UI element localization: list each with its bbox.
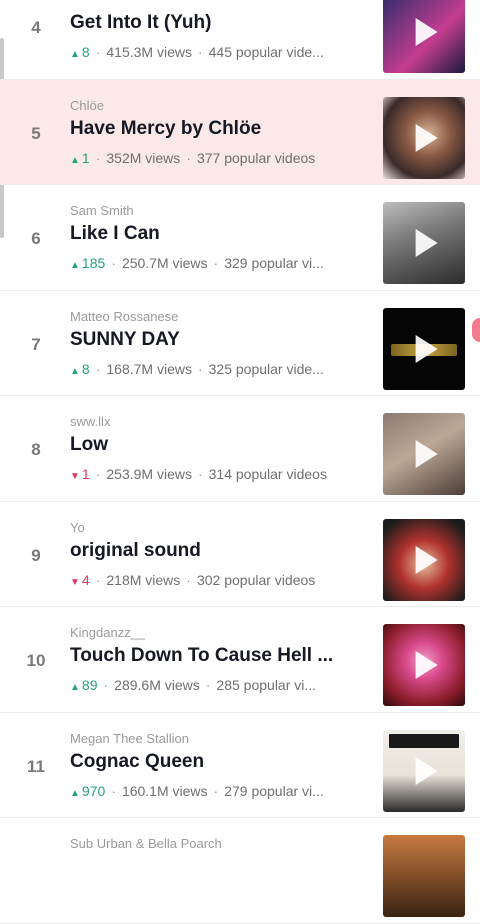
rank-number: 11 — [27, 756, 45, 776]
play-icon[interactable] — [415, 229, 438, 257]
rank-change: 185 — [81, 255, 106, 271]
trending-songs-list: 4 Get Into It (Yuh) ▲ 8 · 415.3M views · 445 … — [0, 0, 480, 924]
play-icon[interactable] — [415, 756, 438, 785]
popular-videos-count: 377 popular videos — [196, 149, 316, 166]
thumbnail[interactable] — [383, 624, 465, 706]
thumbnail[interactable] — [383, 835, 465, 917]
thumbnail[interactable] — [383, 96, 465, 179]
list-item[interactable]: 4 Get Into It (Yuh) ▲ 8 · 415.3M views · 445 … — [0, 0, 480, 80]
floating-indicator[interactable] — [472, 318, 480, 342]
artist-name: Matteo Rossanese — [70, 308, 179, 324]
song-stats: ▲ 185 · 250.7M views · 329 popular vi... — [70, 255, 324, 271]
list-item[interactable]: Sub Urban & Bella Poarch — [0, 818, 480, 924]
views-count: 289.6M views — [114, 677, 200, 693]
song-title[interactable]: Cognac Queen — [70, 751, 360, 773]
artist-name: sww.llx — [70, 414, 111, 429]
play-icon[interactable] — [415, 545, 438, 574]
rank-number: 8 — [31, 440, 41, 459]
artist-name: Sam Smith — [70, 203, 134, 218]
views-count: 168.7M views — [106, 360, 192, 377]
rank-change: 1 — [81, 466, 90, 482]
artist-name: Kingdanzz__ — [70, 625, 146, 640]
triangle-up-icon: ▲ — [70, 49, 80, 60]
thumbnail[interactable] — [383, 729, 465, 812]
song-stats: ▲ 1 · 352M views · 377 popular videos — [70, 149, 316, 166]
thumbnail[interactable] — [383, 307, 465, 390]
song-title[interactable]: Low — [70, 434, 360, 456]
artist-name: Chlöe — [70, 97, 104, 113]
song-title[interactable]: original sound — [70, 540, 360, 562]
rank-number: 10 — [26, 651, 46, 670]
thumbnail[interactable] — [383, 518, 465, 601]
play-icon[interactable] — [415, 440, 438, 468]
artist-name: Sub Urban & Bella Poarch — [70, 836, 222, 851]
rank-number: 6 — [31, 229, 41, 248]
rank-change: 1 — [81, 149, 90, 166]
list-item[interactable]: 5 Chlöe Have Mercy by Chlöe ▲ 1 · 352M view… — [0, 79, 480, 185]
artist-name: Yo — [70, 519, 85, 535]
song-stats: ▲ 8 · 415.3M views · 445 popular vide... — [70, 44, 324, 60]
rank-number: 7 — [31, 334, 41, 354]
rank-change: 4 — [81, 571, 90, 588]
views-count: 250.7M views — [121, 255, 208, 271]
song-title[interactable]: SUNNY DAY — [70, 329, 360, 351]
thumbnail[interactable] — [383, 413, 465, 495]
artist-name: Megan Thee Stallion — [70, 730, 190, 746]
list-item[interactable]: 10 Kingdanzz__ Touch Down To Cause Hell … — [0, 607, 480, 713]
popular-videos-count: 314 popular videos — [208, 466, 327, 482]
popular-videos-count: 302 popular videos — [196, 571, 316, 588]
popular-videos-count: 285 popular vi... — [216, 677, 317, 693]
rank-change: 970 — [81, 782, 106, 799]
popular-videos-count: 325 popular vide... — [208, 360, 324, 377]
song-title[interactable]: Touch Down To Cause Hell ... — [70, 645, 360, 667]
rank-number: 4 — [31, 18, 41, 37]
song-title[interactable]: Get Into It (Yuh) — [70, 12, 360, 34]
list-item[interactable]: 9 Yo original sound ▼ 4 · 218M views · 302 po… — [0, 502, 480, 607]
song-title[interactable]: Have Mercy by Chlöe — [70, 118, 360, 140]
rank-change: 8 — [81, 44, 90, 60]
album-title-banner — [389, 733, 459, 748]
list-item[interactable]: 6 Sam Smith Like I Can ▲ 185 · 250.7M views… — [0, 185, 480, 291]
popular-videos-count: 279 popular vi... — [224, 782, 324, 799]
views-count: 415.3M views — [106, 44, 192, 60]
song-title[interactable]: Like I Can — [70, 223, 360, 245]
popular-videos-count: 445 popular vide... — [208, 44, 324, 60]
views-count: 253.9M views — [106, 466, 192, 482]
list-item[interactable]: 11 Megan Thee Stallion Cognac Queen ▲ 970… — [0, 713, 480, 818]
rank-number: 9 — [31, 545, 41, 565]
song-stats: ▼ 1 · 253.9M views · 314 popular videos — [70, 466, 327, 482]
rank-change: 89 — [81, 677, 98, 693]
song-stats: ▲ 8 · 168.7M views · 325 popular vide... — [70, 360, 324, 377]
song-stats: ▲ 970 · 160.1M views · 279 popular vi... — [70, 782, 324, 799]
play-icon[interactable] — [415, 651, 438, 679]
play-icon[interactable] — [415, 18, 438, 46]
song-stats: ▼ 4 · 218M views · 302 popular videos — [70, 571, 316, 588]
list-item[interactable]: 8 sww.llx Low ▼ 1 · 253.9M views · 314 popula… — [0, 396, 480, 502]
triangle-up-icon: ▲ — [70, 787, 80, 799]
triangle-up-icon: ▲ — [70, 365, 80, 377]
triangle-down-icon: ▼ — [70, 576, 80, 588]
triangle-up-icon: ▲ — [70, 260, 80, 271]
rank-change: 8 — [81, 360, 90, 377]
triangle-up-icon: ▲ — [70, 682, 80, 693]
thumbnail[interactable] — [383, 0, 465, 73]
popular-videos-count: 329 popular vi... — [224, 255, 324, 271]
views-count: 160.1M views — [121, 782, 208, 799]
rank-number: 5 — [31, 123, 41, 143]
views-count: 218M views — [106, 571, 181, 588]
list-item[interactable]: 7 Matteo Rossanese SUNNY DAY ▲ 8 · 168.7M v… — [0, 291, 480, 396]
thumbnail[interactable] — [383, 202, 465, 284]
views-count: 352M views — [106, 149, 181, 166]
play-icon[interactable] — [415, 334, 438, 363]
triangle-down-icon: ▼ — [70, 471, 80, 482]
play-icon[interactable] — [415, 123, 438, 152]
triangle-up-icon: ▲ — [70, 154, 80, 166]
song-stats: ▲ 89 · 289.6M views · 285 popular vi... — [70, 677, 317, 693]
